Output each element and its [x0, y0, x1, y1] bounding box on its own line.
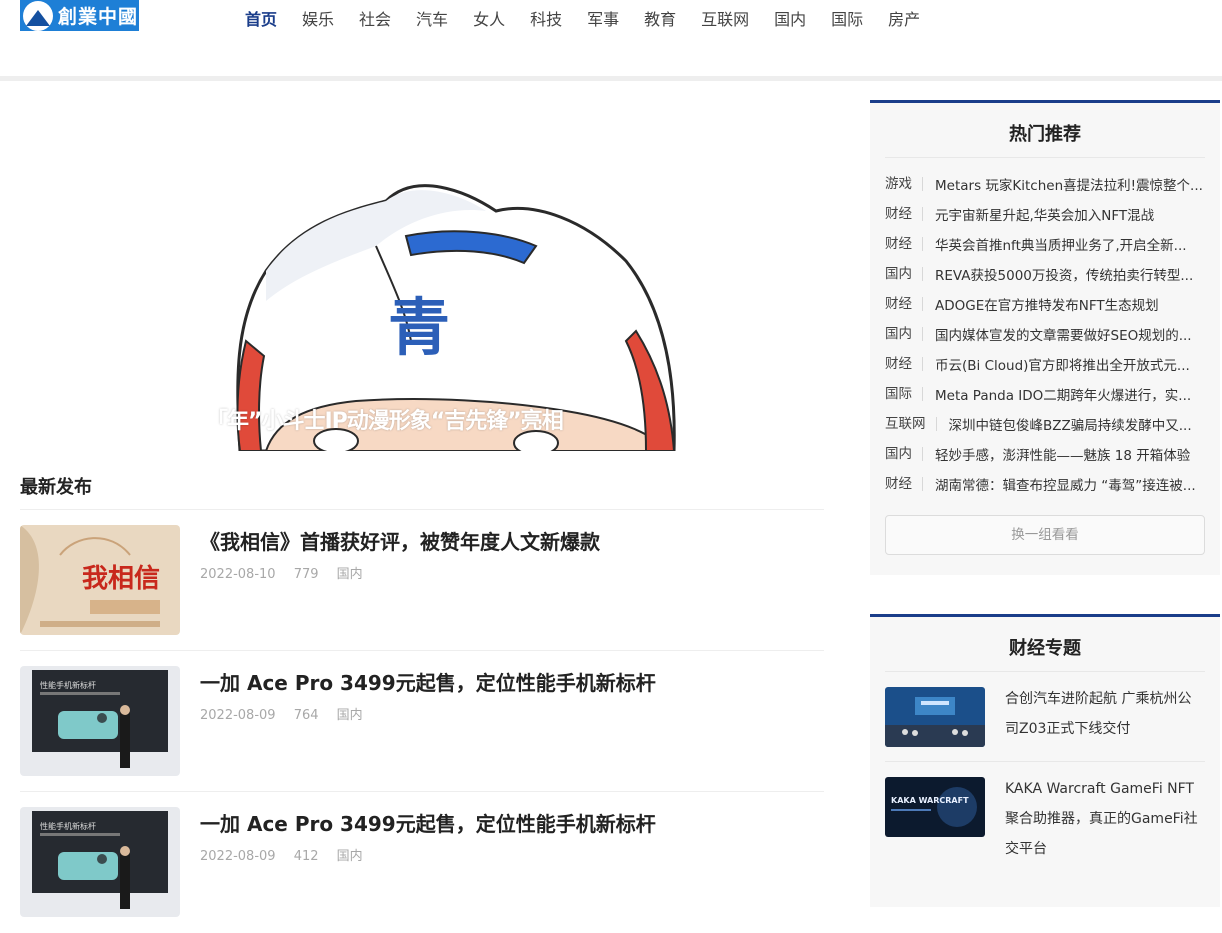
article-item[interactable]: 性能手机新标杆 一加 Ace Pro 3499元起售，定位性能手机新标杆 202…: [20, 792, 824, 933]
list-item-title[interactable]: 湖南常德：辑查布控显威力 “毒驾”接连被...: [923, 474, 1196, 494]
nav-item-home[interactable]: 首页: [245, 8, 277, 32]
list-item[interactable]: 游戏 Metars 玩家Kitchen喜提法拉利!震惊整个...: [870, 169, 1220, 199]
svg-text:KAKA WARCRAFT: KAKA WARCRAFT: [891, 796, 969, 805]
hot-recommend-panel: 热门推荐 游戏 Metars 玩家Kitchen喜提法拉利!震惊整个... 财经元…: [870, 100, 1220, 575]
list-item[interactable]: 财经 湖南常德：辑查布控显威力 “毒驾”接连被...: [870, 469, 1220, 499]
list-item-title[interactable]: 币云(Bi Cloud)官方即将推出全开放式元...: [923, 354, 1190, 374]
svg-text:性能手机新标杆: 性能手机新标杆: [40, 680, 96, 690]
list-item-title[interactable]: 华英会首推nft典当质押业务了,开启全新...: [923, 234, 1187, 254]
list-item-category[interactable]: 国际: [885, 387, 923, 401]
list-item-category[interactable]: 国内: [885, 267, 923, 281]
list-item-title[interactable]: REVA获投5000万投资，传统拍卖行转型...: [923, 264, 1193, 284]
list-item-title[interactable]: 元宇宙新星升起,华英会加入NFT混战: [923, 204, 1154, 224]
finance-topic-title: 财经专题: [1009, 638, 1081, 659]
list-item-category[interactable]: 互联网: [885, 417, 937, 431]
article-item[interactable]: 性能手机新标杆 一加 Ace Pro 3499元起售，定位性能手机新标杆 202…: [20, 651, 824, 792]
list-item[interactable]: 财经 元宇宙新星升起,华英会加入NFT混战: [870, 199, 1220, 229]
article-thumbnail[interactable]: 我相信: [20, 525, 180, 635]
list-item[interactable]: 国内 REVA获投5000万投资，传统拍卖行转型...: [870, 259, 1220, 289]
nav-item-tech[interactable]: 科技: [530, 8, 562, 32]
article-views: 412: [293, 849, 319, 864]
nav-item-auto[interactable]: 汽车: [416, 8, 448, 32]
svg-text:我相信: 我相信: [82, 564, 160, 594]
nav-item-women[interactable]: 女人: [473, 8, 505, 32]
nav-item-domestic[interactable]: 国内: [774, 8, 806, 32]
list-item-category[interactable]: 财经: [885, 237, 923, 251]
list-item[interactable]: KAKA WARCRAFT KAKA Warcraft GameFi NFT聚合…: [870, 762, 1220, 864]
main-nav: 首页 娱乐 社会 汽车 女人 科技 军事 教育 互联网 国内 国际 房产: [245, 8, 945, 32]
site-logo[interactable]: 創業中國: [20, 0, 139, 31]
article-item[interactable]: 我相信 《我相信》首播获好评，被赞年度人文新爆款 2022-08-10 779 …: [20, 510, 824, 651]
list-item-title[interactable]: 深圳中链包俊峰BZZ骗局持续发酵中又...: [937, 414, 1192, 434]
list-item-category[interactable]: 财经: [885, 207, 923, 221]
hero-slide[interactable]: 青 「年”小斗士IP动漫形象“吉先锋”亮相: [206, 151, 678, 451]
list-item-category[interactable]: 国内: [885, 327, 923, 341]
nav-item-society[interactable]: 社会: [359, 8, 391, 32]
article-category[interactable]: 国内: [337, 708, 363, 723]
hot-list: 游戏 Metars 玩家Kitchen喜提法拉利!震惊整个... 财经 元宇宙新星升…: [870, 158, 1220, 499]
hot-recommend-title: 热门推荐: [1009, 124, 1081, 145]
article-meta: 2022-08-10 779 国内: [200, 563, 377, 582]
list-item-category[interactable]: 游戏: [885, 177, 923, 191]
article-meta: 2022-08-09 764 国内: [200, 704, 377, 723]
article-thumbnail[interactable]: 性能手机新标杆: [20, 807, 180, 917]
article-date: 2022-08-09: [200, 849, 276, 864]
finance-thumbnail[interactable]: KAKA WARCRAFT: [885, 777, 985, 837]
logo-text: 創業中國: [58, 6, 139, 28]
list-item-title[interactable]: ADOGE在官方推特发布NFT生态规划: [923, 294, 1159, 314]
list-item-category[interactable]: 财经: [885, 297, 923, 311]
nav-item-entertainment[interactable]: 娱乐: [302, 8, 334, 32]
list-item[interactable]: 国内 国内媒体宣发的文章需要做好SEO规划的...: [870, 319, 1220, 349]
latest-section-title: 最新发布: [20, 477, 92, 498]
article-category[interactable]: 国内: [337, 849, 363, 864]
list-item[interactable]: 互联网 深圳中链包俊峰BZZ骗局持续发酵中又...: [870, 409, 1220, 439]
article-meta: 2022-08-09 412 国内: [200, 845, 377, 864]
nav-item-education[interactable]: 教育: [644, 8, 676, 32]
logo-mountain-icon: [23, 0, 53, 31]
list-item-category[interactable]: 国内: [885, 447, 923, 461]
site-header: 創業中國 首页 娱乐 社会 汽车 女人 科技 军事 教育 互联网 国内 国际 房…: [0, 0, 1222, 76]
list-item-category[interactable]: 财经: [885, 357, 923, 371]
nav-item-realestate[interactable]: 房产: [888, 8, 920, 32]
article-title[interactable]: 《我相信》首播获好评，被赞年度人文新爆款: [200, 526, 600, 555]
nav-item-internet[interactable]: 互联网: [701, 8, 749, 32]
finance-topic-panel: 财经专题 合创汽车进阶起航 广乘杭州公司Z03正式下线交付 KAKA WARCR…: [870, 614, 1220, 907]
list-item[interactable]: 国际 Meta Panda IDO二期跨年火爆进行，实...: [870, 379, 1220, 409]
article-title[interactable]: 一加 Ace Pro 3499元起售，定位性能手机新标杆: [200, 667, 656, 696]
article-views: 779: [293, 567, 319, 582]
list-item[interactable]: 财经 币云(Bi Cloud)官方即将推出全开放式元...: [870, 349, 1220, 379]
list-item-title[interactable]: 国内媒体宣发的文章需要做好SEO规划的...: [923, 324, 1192, 344]
finance-thumbnail[interactable]: [885, 687, 985, 747]
article-views: 764: [293, 708, 319, 723]
list-item-title[interactable]: 轻妙手感，澎湃性能——魅族 18 开箱体验: [923, 444, 1190, 464]
nav-item-military[interactable]: 军事: [587, 8, 619, 32]
article-title[interactable]: 一加 Ace Pro 3499元起售，定位性能手机新标杆: [200, 808, 656, 837]
helmet-char: 青: [388, 291, 450, 364]
article-date: 2022-08-09: [200, 708, 276, 723]
list-item[interactable]: 财经 ADOGE在官方推特发布NFT生态规划: [870, 289, 1220, 319]
list-item-title[interactable]: Metars 玩家Kitchen喜提法拉利!震惊整个...: [923, 174, 1203, 194]
refresh-button[interactable]: 换一组看看: [885, 515, 1205, 555]
list-item-category[interactable]: 财经: [885, 477, 923, 491]
nav-item-international[interactable]: 国际: [831, 8, 863, 32]
hero-caption[interactable]: 「年”小斗士IP动漫形象“吉先锋”亮相: [206, 403, 678, 435]
article-category[interactable]: 国内: [337, 567, 363, 582]
header-divider: [0, 76, 1222, 81]
article-date: 2022-08-10: [200, 567, 276, 582]
list-item-title[interactable]: Meta Panda IDO二期跨年火爆进行，实...: [923, 384, 1191, 404]
svg-text:性能手机新标杆: 性能手机新标杆: [40, 821, 96, 831]
article-thumbnail[interactable]: 性能手机新标杆: [20, 666, 180, 776]
list-item[interactable]: 合创汽车进阶起航 广乘杭州公司Z03正式下线交付: [870, 672, 1220, 747]
list-item[interactable]: 财经 华英会首推nft典当质押业务了,开启全新...: [870, 229, 1220, 259]
list-item[interactable]: 国内 轻妙手感，澎湃性能——魅族 18 开箱体验: [870, 439, 1220, 469]
